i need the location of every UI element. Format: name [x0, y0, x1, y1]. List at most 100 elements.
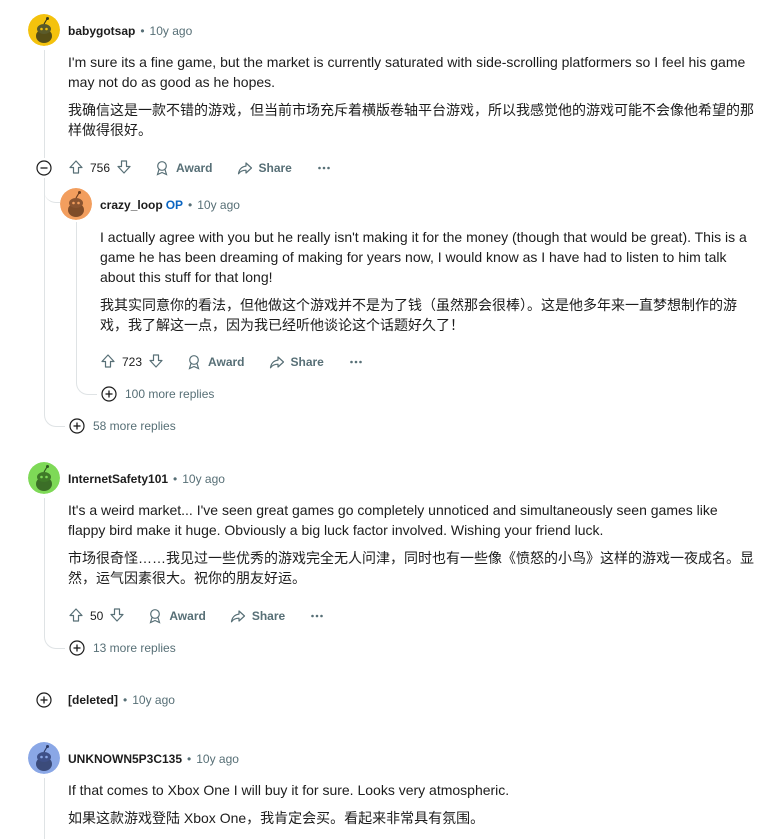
snoo-avatar-icon: [28, 742, 60, 774]
comment-meta: UNKNOWN5P3C135 • 10y ago: [68, 752, 239, 766]
comment-text-en: I actually agree with you but he really …: [100, 229, 747, 285]
award-label: Award: [176, 161, 213, 175]
share-icon: [269, 356, 284, 369]
username[interactable]: babygotsap: [68, 24, 135, 38]
vote-group: 50: [68, 607, 125, 626]
ellipsis-icon: [318, 166, 330, 170]
snoo-avatar-icon: [28, 462, 60, 494]
timestamp[interactable]: 10y ago: [182, 472, 225, 486]
more-options-button[interactable]: [348, 354, 364, 370]
award-button[interactable]: Award: [186, 354, 245, 370]
timestamp[interactable]: 10y ago: [197, 198, 240, 212]
share-button[interactable]: Share: [237, 160, 292, 176]
username[interactable]: InternetSafety101: [68, 472, 168, 486]
timestamp[interactable]: 10y ago: [132, 693, 175, 707]
expand-button[interactable]: [36, 692, 52, 708]
arrow-down-icon: [149, 353, 163, 368]
comment-actions: 50 Award Share: [68, 604, 349, 628]
comment-meta: crazy_loop OP • 10y ago: [100, 198, 240, 212]
award-icon: [149, 609, 161, 624]
comment-text-en: If that comes to Xbox One I will buy it …: [68, 782, 510, 798]
avatar[interactable]: [28, 462, 60, 494]
more-replies-label: 13 more replies: [93, 641, 176, 655]
share-label: Share: [258, 161, 292, 175]
comment-text-en: I'm sure its a fine game, but the market…: [68, 54, 746, 90]
downvote-button[interactable]: [116, 159, 132, 178]
upvote-button[interactable]: [68, 607, 84, 626]
comment-text-zh: 如果这款游戏登陆 Xbox One，我肯定会买。看起来非常具有氛围。: [68, 810, 485, 826]
collapse-button[interactable]: [36, 160, 52, 176]
arrow-up-icon: [69, 159, 83, 174]
plus-circle-icon: [101, 386, 117, 402]
plus-circle-icon: [36, 692, 52, 708]
comment-text-zh: 我其实同意你的看法，但他做这个游戏并不是为了钱（虽然那会很棒）。这是他多年来一直…: [100, 297, 737, 333]
share-label: Share: [251, 609, 286, 623]
arrow-down-icon: [110, 607, 124, 622]
username[interactable]: UNKNOWN5P3C135: [68, 752, 182, 766]
downvote-button[interactable]: [148, 353, 164, 372]
award-icon: [156, 161, 168, 176]
thread-line: [44, 178, 45, 414]
award-button[interactable]: Award: [154, 160, 213, 176]
more-replies-button[interactable]: 13 more replies: [69, 640, 176, 656]
comment-body: If that comes to Xbox One I will buy it …: [68, 780, 758, 828]
vote-count: 50: [90, 609, 104, 623]
vote-count: 756: [90, 161, 111, 175]
snoo-avatar-icon: [60, 188, 92, 220]
op-badge: OP: [165, 198, 184, 212]
vote-group: 756: [68, 159, 132, 178]
comment-text-zh: 我确信这是一款不错的游戏，但当前市场充斥着横版卷轴平台游戏，所以我感觉他的游戏可…: [68, 102, 754, 138]
more-options-button[interactable]: [316, 160, 332, 176]
avatar[interactable]: [28, 14, 60, 46]
award-icon: [188, 355, 200, 370]
more-replies-button[interactable]: 100 more replies: [101, 386, 214, 402]
more-options-button[interactable]: [309, 608, 325, 624]
downvote-button[interactable]: [109, 607, 125, 626]
thread-connector: [76, 222, 97, 395]
arrow-up-icon: [101, 353, 115, 368]
comment-body: I'm sure its a fine game, but the market…: [68, 52, 758, 140]
ellipsis-icon: [311, 614, 323, 618]
comment-meta: babygotsap • 10y ago: [68, 24, 193, 38]
arrow-down-icon: [117, 159, 131, 174]
comment-body: It's a weird market... I've seen great g…: [68, 500, 758, 588]
more-replies-button[interactable]: 58 more replies: [69, 418, 176, 434]
more-replies-label: 58 more replies: [93, 419, 176, 433]
more-replies-label: 100 more replies: [125, 387, 215, 401]
plus-circle-icon: [69, 640, 85, 656]
share-icon: [237, 162, 252, 175]
thread-line: [44, 50, 45, 158]
avatar[interactable]: [28, 742, 60, 774]
vote-group: 723: [100, 353, 164, 372]
thread-connector: [44, 406, 65, 427]
thread-line: [44, 498, 45, 628]
upvote-button[interactable]: [68, 159, 84, 178]
share-label: Share: [290, 355, 324, 369]
award-label: Award: [208, 355, 245, 369]
share-icon: [230, 610, 245, 623]
timestamp[interactable]: 10y ago: [150, 24, 193, 38]
avatar[interactable]: [60, 188, 92, 220]
award-button[interactable]: Award: [147, 608, 206, 624]
comment-text-zh: 市场很奇怪……我见过一些优秀的游戏完全无人问津，同时也有一些像《愤怒的小鸟》这样…: [68, 550, 754, 586]
snoo-avatar-icon: [28, 14, 60, 46]
thread-connector: [44, 188, 60, 203]
upvote-button[interactable]: [100, 353, 116, 372]
comment-text-en: It's a weird market... I've seen great g…: [68, 502, 718, 538]
share-button[interactable]: Share: [269, 354, 324, 370]
username: [deleted]: [68, 693, 119, 707]
username[interactable]: crazy_loop: [100, 198, 163, 212]
plus-circle-icon: [69, 418, 85, 434]
comment-body: I actually agree with you but he really …: [100, 227, 756, 335]
award-label: Award: [169, 609, 206, 623]
minus-circle-icon: [36, 160, 52, 176]
thread-connector: [44, 626, 65, 649]
comment-meta: [deleted] • 10y ago: [68, 693, 175, 707]
share-button[interactable]: Share: [230, 608, 285, 624]
arrow-up-icon: [69, 607, 83, 622]
comment-actions: 756 Award Share: [68, 156, 356, 180]
comment-meta: InternetSafety101 • 10y ago: [68, 472, 225, 486]
timestamp[interactable]: 10y ago: [196, 752, 239, 766]
thread-line: [44, 778, 45, 839]
vote-count: 723: [122, 355, 143, 369]
